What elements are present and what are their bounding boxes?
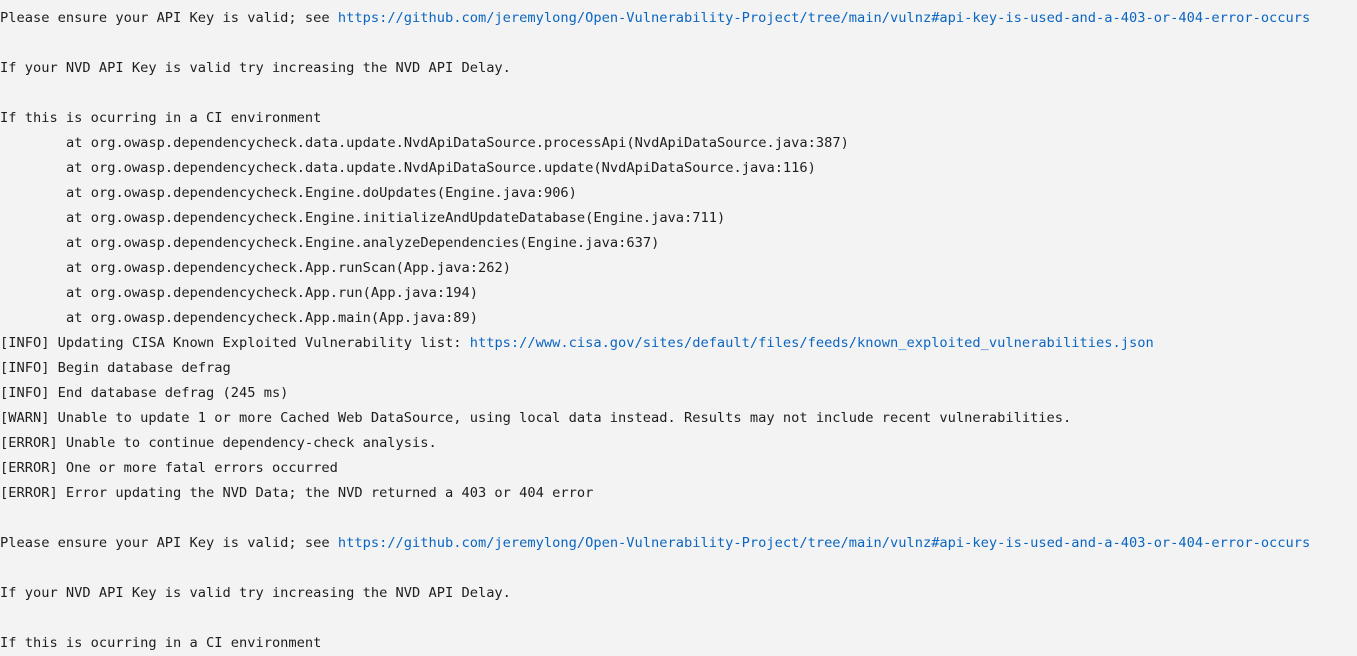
url-link[interactable]: https://github.com/jeremylong/Open-Vulne… xyxy=(338,535,1310,551)
log-line: [INFO] End database defrag (245 ms) xyxy=(0,385,289,401)
log-text: Please ensure your API Key is valid; see xyxy=(0,535,338,551)
stack-trace-line: at org.owasp.dependencycheck.App.main(Ap… xyxy=(66,310,479,326)
stack-trace-line: at org.owasp.dependencycheck.Engine.anal… xyxy=(66,235,660,251)
log-text: Please ensure your API Key is valid; see xyxy=(0,10,338,26)
log-text: [INFO] Updating CISA Known Exploited Vul… xyxy=(0,335,470,351)
log-line: If your NVD API Key is valid try increas… xyxy=(0,60,511,76)
stack-trace-line: at org.owasp.dependencycheck.App.run(App… xyxy=(66,285,479,301)
log-line: [INFO] Begin database defrag xyxy=(0,360,231,376)
log-line: If your NVD API Key is valid try increas… xyxy=(0,585,511,601)
log-line: [ERROR] Unable to continue dependency-ch… xyxy=(0,435,437,451)
log-line: [ERROR] Error updating the NVD Data; the… xyxy=(0,485,594,501)
stack-trace-line: at org.owasp.dependencycheck.data.update… xyxy=(66,135,849,151)
stack-trace-line: at org.owasp.dependencycheck.App.runScan… xyxy=(66,260,511,276)
log-line: [WARN] Unable to update 1 or more Cached… xyxy=(0,410,1072,426)
url-link[interactable]: https://www.cisa.gov/sites/default/files… xyxy=(470,335,1154,351)
console-output: Please ensure your API Key is valid; see… xyxy=(0,6,1357,656)
stack-trace-line: at org.owasp.dependencycheck.Engine.init… xyxy=(66,210,726,226)
stack-trace-line: at org.owasp.dependencycheck.Engine.doUp… xyxy=(66,185,577,201)
url-link[interactable]: https://github.com/jeremylong/Open-Vulne… xyxy=(338,10,1310,26)
log-line: [ERROR] One or more fatal errors occurre… xyxy=(0,460,338,476)
stack-trace-line: at org.owasp.dependencycheck.data.update… xyxy=(66,160,816,176)
log-line: If this is ocurring in a CI environment xyxy=(0,635,322,651)
log-line: If this is ocurring in a CI environment xyxy=(0,110,322,126)
log-line-with-link: [INFO] Updating CISA Known Exploited Vul… xyxy=(0,331,1357,356)
log-line-with-link: Please ensure your API Key is valid; see… xyxy=(0,6,1357,31)
log-line-with-link: Please ensure your API Key is valid; see… xyxy=(0,531,1357,556)
